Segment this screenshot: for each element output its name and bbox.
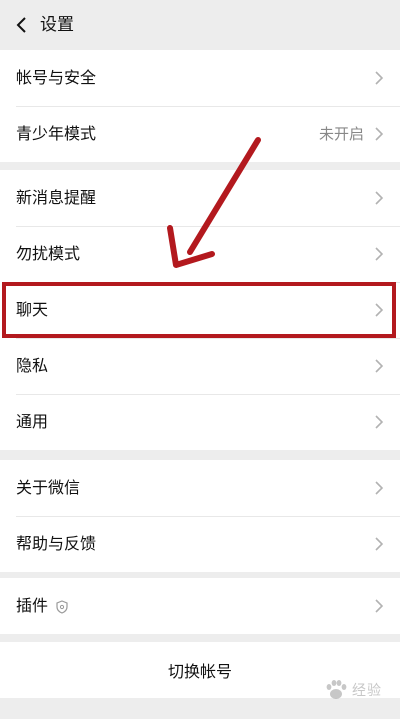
settings-item-teen-mode[interactable]: 青少年模式 未开启 [0,106,400,162]
chevron-right-icon [375,191,384,205]
settings-item-label: 青少年模式 [16,124,97,143]
settings-item-label: 聊天 [16,300,49,319]
switch-account-label: 切换帐号 [167,662,232,681]
settings-item-do-not-disturb[interactable]: 勿扰模式 [0,226,400,282]
chevron-right-icon [375,71,384,85]
shield-icon [56,600,68,614]
settings-item-label: 勿扰模式 [16,244,81,263]
settings-group-account: 帐号与安全 青少年模式 未开启 [0,50,400,162]
top-bar: 设置 [0,0,400,50]
settings-item-privacy[interactable]: 隐私 [0,338,400,394]
settings-item-label: 帮助与反馈 [16,534,97,553]
watermark-text: 经验 [352,683,382,699]
chevron-right-icon [375,247,384,261]
settings-item-notifications[interactable]: 新消息提醒 [0,170,400,226]
chevron-right-icon [375,599,384,613]
chevron-right-icon [375,127,384,141]
settings-item-about-wechat[interactable]: 关于微信 [0,460,400,516]
settings-item-help-feedback[interactable]: 帮助与反馈 [0,516,400,572]
chevron-right-icon [375,537,384,551]
settings-item-general[interactable]: 通用 [0,394,400,450]
chevron-right-icon [375,359,384,373]
settings-group-plugins: 插件 [0,578,400,634]
settings-item-label: 通用 [16,412,49,431]
paw-logo-icon [326,680,347,699]
settings-item-plugins[interactable]: 插件 [0,578,400,634]
chevron-right-icon [375,415,384,429]
teen-mode-status: 未开启 [318,125,364,143]
settings-item-chat[interactable]: 聊天 [0,282,400,338]
settings-item-label: 隐私 [16,356,49,375]
page-title: 设置 [40,15,74,35]
chevron-right-icon [375,303,384,317]
settings-group-about: 关于微信 帮助与反馈 [0,460,400,572]
watermark: 经验 [322,676,382,704]
settings-item-account-security[interactable]: 帐号与安全 [0,50,400,106]
settings-item-label: 插件 [16,596,49,615]
settings-item-label: 关于微信 [16,478,81,497]
chevron-right-icon [375,481,384,495]
chevron-left-icon[interactable] [12,15,32,35]
settings-item-label: 新消息提醒 [16,188,97,207]
settings-group-general: 新消息提醒 勿扰模式 聊天 隐私 通用 [0,170,400,450]
settings-item-label: 帐号与安全 [16,68,97,87]
